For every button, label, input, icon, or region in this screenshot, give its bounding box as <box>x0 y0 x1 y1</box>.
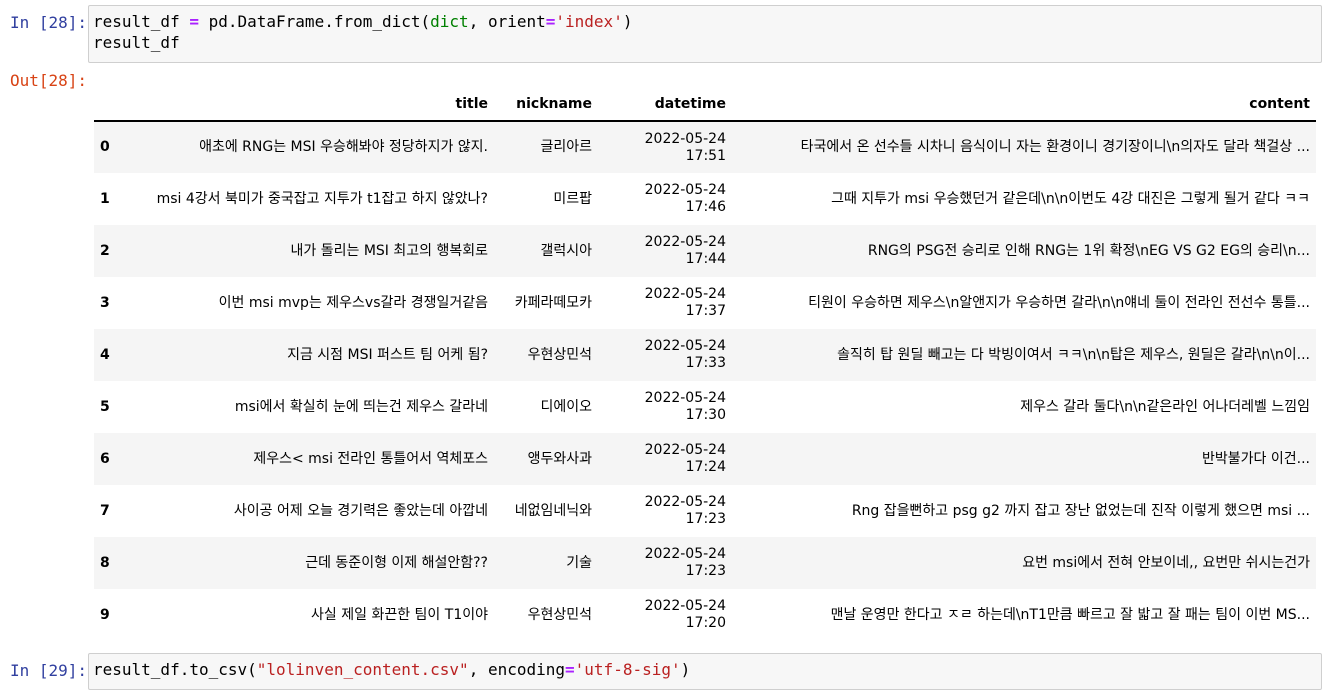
cell-datetime: 2022-05-24 17:33 <box>644 338 726 371</box>
cell-title: 사실 제일 화끈한 팀이 T1이야 <box>311 606 488 623</box>
cell-datetime: 2022-05-24 17:20 <box>644 598 726 631</box>
row-index: 4 <box>100 346 110 363</box>
cell-nickname: 우현상민석 <box>527 606 592 623</box>
cell-content: 반박불가다 이건... <box>1202 450 1310 467</box>
cell-nickname: 글리아르 <box>494 120 598 173</box>
table-row: 2 내가 돌리는 MSI 최고의 행복회로 갤럭시아 2022-05-24 17… <box>94 225 1316 277</box>
column-header-nickname: nickname <box>494 88 598 122</box>
row-index: 1 <box>100 190 110 207</box>
table-row: 8 근데 동준이형 이제 해설안함?? 기술 2022-05-24 17:23 … <box>94 537 1316 589</box>
column-header-datetime: datetime <box>598 88 732 122</box>
table-row: 7 사이공 어제 오늘 경기력은 좋았는데 아깝네 네없임네닉와 2022-05… <box>94 485 1316 537</box>
row-index: 9 <box>100 606 110 623</box>
cell-title: 지금 시점 MSI 퍼스트 팀 어케 됨? <box>287 346 488 363</box>
table-row: 4 지금 시점 MSI 퍼스트 팀 어케 됨? 우현상민석 2022-05-24… <box>94 329 1316 381</box>
cell-datetime: 2022-05-24 17:23 <box>644 546 726 579</box>
cell-content: RNG의 PSG전 승리로 인해 RNG는 1위 확정\nEG VS G2 EG… <box>867 242 1310 259</box>
code-cell-29[interactable]: result_df.to_csv("lolinven_content.csv",… <box>88 653 1322 690</box>
cell-nickname: 기술 <box>566 554 592 571</box>
cell-content: 솔직히 탑 원딜 빼고는 다 박빙이여서 ㅋㅋ\n\n탑은 제우스, 원딜은 갈… <box>837 346 1310 363</box>
cell-nickname: 우현상민석 <box>527 346 592 363</box>
input-prompt-29: In [29]: <box>10 661 88 680</box>
row-index: 3 <box>100 294 110 311</box>
table-row: 6 제우스< msi 전라인 통틀어서 역체포스 앵두와사과 2022-05-2… <box>94 433 1316 485</box>
cell-nickname: 카페라떼모카 <box>514 294 592 311</box>
dataframe-table: title nickname datetime content 0 애초에 RN… <box>94 88 1316 641</box>
table-row: 3 이번 msi mvp는 제우스vs갈라 경쟁일거같음 카페라떼모카 2022… <box>94 277 1316 329</box>
row-index: 2 <box>100 242 110 259</box>
cell-content: 제우스 갈라 둘다\n\n같은라인 어나더레벨 느낌임 <box>1020 398 1310 415</box>
cell-title: 내가 돌리는 MSI 최고의 행복회로 <box>290 242 488 259</box>
cell-title: msi에서 확실히 눈에 띄는건 제우스 갈라네 <box>234 398 488 415</box>
cell-datetime: 2022-05-24 17:24 <box>644 442 726 475</box>
input-prompt-28: In [28]: <box>10 13 88 32</box>
cell-title: 근데 동준이형 이제 해설안함?? <box>305 554 488 571</box>
column-header-title: title <box>134 88 494 122</box>
cell-content: 그때 지투가 msi 우승했던거 같은데\n\n이번도 4강 대진은 그렇게 될… <box>831 190 1310 207</box>
table-row: 9 사실 제일 화끈한 팀이 T1이야 우현상민석 2022-05-24 17:… <box>94 589 1316 641</box>
cell-content: 맨날 운영만 한다고 ㅈㄹ 하는데\nT1만큼 빠르고 잘 밟고 잘 패는 팀이… <box>830 606 1310 623</box>
cell-nickname: 네없임네닉와 <box>514 502 592 519</box>
cell-datetime: 2022-05-24 17:23 <box>644 494 726 527</box>
row-index: 5 <box>100 398 110 415</box>
header-row: title nickname datetime content <box>94 88 1316 122</box>
row-index: 0 <box>94 120 134 173</box>
table-row: 1 msi 4강서 북미가 중국잡고 지투가 t1잡고 하지 않았나? 미르팝 … <box>94 173 1316 225</box>
column-header-content: content <box>732 88 1316 122</box>
cell-nickname: 디에이오 <box>540 398 592 415</box>
cell-title: 사이공 어제 오늘 경기력은 좋았는데 아깝네 <box>233 502 488 519</box>
cell-datetime: 2022-05-24 17:37 <box>644 286 726 319</box>
cell-title: 이번 msi mvp는 제우스vs갈라 경쟁일거같음 <box>218 294 488 311</box>
cell-nickname: 미르팝 <box>553 190 592 207</box>
output-prompt-28: Out[28]: <box>10 71 88 90</box>
table-row: 5 msi에서 확실히 눈에 띄는건 제우스 갈라네 디에이오 2022-05-… <box>94 381 1316 433</box>
code-line-1: result_df = pd.DataFrame.from_dict(dict,… <box>93 12 633 31</box>
cell-content: 티원이 우승하면 제우스\n알앤지가 우승하면 갈라\n\n얘네 둘이 전라인 … <box>808 294 1310 311</box>
code-line-2: result_df <box>93 33 180 52</box>
cell-content: Rng 잡을뻔하고 psg g2 까지 잡고 장난 없었는데 진작 이렇게 했으… <box>851 502 1310 519</box>
cell-nickname: 앵두와사과 <box>527 450 592 467</box>
cell-datetime: 2022-05-24 17:30 <box>644 390 726 423</box>
cell-content: 요번 msi에서 전혀 안보이네,, 요번만 쉬시는건가 <box>1022 554 1310 571</box>
cell-title: msi 4강서 북미가 중국잡고 지투가 t1잡고 하지 않았나? <box>156 190 488 207</box>
table-row: 0 애초에 RNG는 MSI 우승해봐야 정당하지가 않지. 글리아르 2022… <box>94 120 1316 173</box>
cell-datetime: 2022-05-24 17:46 <box>644 182 726 215</box>
code-cell-28[interactable]: result_df = pd.DataFrame.from_dict(dict,… <box>88 5 1322 63</box>
code-line-1: result_df.to_csv("lolinven_content.csv",… <box>93 660 691 679</box>
cell-nickname: 갤럭시아 <box>540 242 592 259</box>
cell-title: 제우스< msi 전라인 통틀어서 역체포스 <box>253 450 488 467</box>
cell-datetime: 2022-05-24 17:44 <box>644 234 726 267</box>
row-index: 7 <box>100 502 110 519</box>
index-header <box>94 88 134 122</box>
cell-title: 애초에 RNG는 MSI 우승해봐야 정당하지가 않지. <box>134 120 494 173</box>
row-index: 6 <box>100 450 110 467</box>
cell-content: 타국에서 온 선수들 시차니 음식이니 자는 환경이니 경기장이니\n의자도 달… <box>732 120 1316 173</box>
cell-datetime: 2022-05-24 17:51 <box>598 120 732 173</box>
row-index: 8 <box>100 554 110 571</box>
